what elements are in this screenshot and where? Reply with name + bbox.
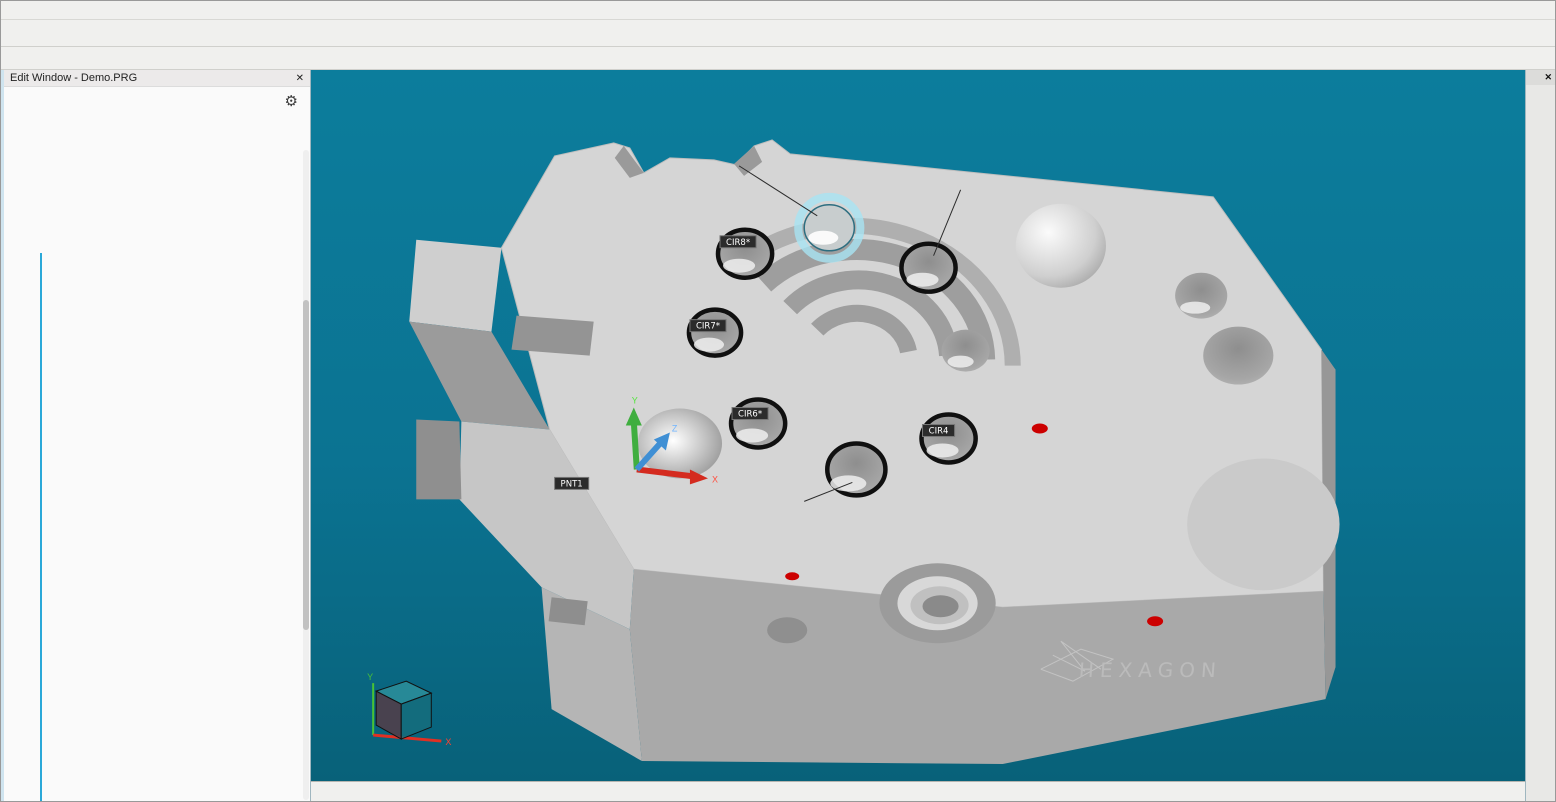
edit-window-panel: Edit Window - Demo.PRG ✕ ⚙ [1,70,311,802]
color-scale: ✕ [1525,70,1555,802]
cad-viewport[interactable]: CIR8* CIR7* CIR6* CIR4 PNT1 [311,70,1525,781]
counterbore-feature [879,563,995,643]
cone-feature [638,409,722,479]
toolbar-view [1,47,1555,70]
hole [767,617,807,643]
color-scale-bands [1526,85,1555,802]
color-scale-header: ✕ [1526,70,1555,85]
cir7-tag: CIR7* [696,322,720,332]
cir8-tag: CIR8* [726,238,750,248]
pcdmis-app: Edit Window - Demo.PRG ✕ ⚙ [0,0,1556,802]
cir4-tag: CIR4 [929,427,949,437]
scale-close-icon[interactable]: ✕ [1544,72,1552,83]
menu-bar [1,1,1555,20]
cube-x-label: X [445,737,451,747]
large-bore [1187,458,1339,590]
group-spine [40,253,42,802]
triad-y-label: Y [632,396,638,406]
toolbar-main [1,20,1555,47]
program-item-list [4,70,310,802]
cir6-tag: CIR6* [738,410,762,420]
sidebar-scrollbar[interactable] [303,150,309,800]
viewport-column: CIR8* CIR7* CIR6* CIR4 PNT1 [311,70,1525,802]
view-tabbar [311,781,1525,802]
cube-y-label: Y [367,672,373,682]
cir1-highlighted-feature[interactable] [798,197,860,259]
main-area: Edit Window - Demo.PRG ✕ ⚙ [1,70,1555,802]
triad-z-label: Z [672,424,678,434]
scrollbar-thumb[interactable] [303,300,309,630]
triad-x-label: X [712,474,718,484]
pnt1-tag: PNT1 [561,479,583,489]
cad-scene: CIR8* CIR7* CIR6* CIR4 PNT1 [311,70,1525,781]
view-cube-gizmo[interactable]: Y X [367,672,451,747]
hexagon-logo-text: HEXAGON [1078,658,1223,682]
hole [1203,327,1273,385]
sphere-feature [1016,204,1106,288]
